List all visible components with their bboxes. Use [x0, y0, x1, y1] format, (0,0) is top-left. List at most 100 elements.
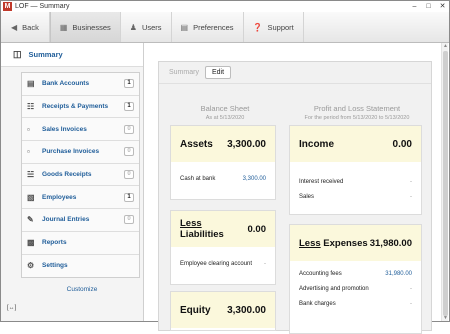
sidebar-item-employees[interactable]: ▧ Employees 1 [22, 186, 139, 210]
account-row[interactable]: Advertising and promotion - [290, 281, 421, 296]
sidebar-item-settings[interactable]: ⚙ Settings [22, 255, 139, 278]
account-row[interactable]: Bank charges - [290, 296, 421, 311]
vertical-scrollbar[interactable]: ▲ ▼ [441, 43, 448, 321]
customize-link[interactable]: Customize [1, 286, 143, 293]
sidebar-item-label: Reports [42, 239, 67, 247]
back-button[interactable]: ◀ Back [1, 12, 50, 42]
scroll-down-icon[interactable]: ▼ [442, 315, 449, 321]
pl-statement-title: Profit and Loss Statement [313, 104, 401, 113]
report-icon: ▩ [27, 238, 35, 248]
minimize-icon[interactable]: – [408, 2, 421, 11]
account-row[interactable]: Cash at bank 3,300.00 [171, 171, 275, 186]
sidebar-item-purchase-invoices[interactable]: ▫ Purchase Invoices 0 [22, 141, 139, 164]
summary-panel: Summary Edit Balance Sheet As at 5/13/20… [158, 61, 432, 334]
pl-statement-header: Profit and Loss Statement For the period… [287, 104, 427, 121]
account-value[interactable]: 31,980.00 [385, 271, 412, 277]
sidebar-item-reports[interactable]: ▩ Reports [22, 232, 139, 255]
account-name: Accounting fees [299, 270, 342, 277]
liabilities-total: 0.00 [247, 223, 267, 235]
assets-card: Assets 3,300.00 Cash at bank 3,300.00 [170, 125, 276, 200]
collapse-sidebar-icon[interactable]: [↔] [7, 305, 16, 311]
equity-header: Equity 3,300.00 [171, 292, 275, 328]
account-row[interactable]: Accounting fees 31,980.00 [290, 266, 421, 281]
gear-icon: ⚙ [27, 261, 35, 271]
count-badge: 1 [124, 79, 134, 89]
balance-sheet-title: Balance Sheet [200, 104, 250, 113]
main-content: Summary Edit Balance Sheet As at 5/13/20… [144, 43, 449, 334]
liabilities-header: Less Liabilities 0.00 [171, 211, 275, 247]
scroll-up-icon[interactable]: ▲ [442, 43, 449, 49]
tab-users[interactable]: ♟ Users [121, 12, 172, 42]
employees-icon: ▧ [27, 192, 35, 202]
chevron-left-icon: ◀ [11, 22, 18, 32]
expenses-card: Less Expenses 31,980.00 Accounting fees … [289, 224, 422, 334]
assets-header: Assets 3,300.00 [171, 126, 275, 162]
maximize-icon[interactable]: □ [422, 2, 435, 11]
title-bar: M LOF — Summary – □ ✕ [1, 1, 449, 12]
bank-icon: ▤ [27, 79, 35, 89]
sidebar-item-label: Receipts & Payments [42, 103, 109, 111]
account-value[interactable]: 3,300.00 [243, 176, 266, 182]
window-title: LOF — Summary [15, 3, 70, 10]
income-title: Income [299, 138, 335, 150]
tab-preferences-label: Preferences [193, 22, 234, 32]
count-badge: 1 [124, 192, 134, 202]
sidebar-item-label: Purchase Invoices [42, 148, 100, 156]
sidebar-item-label: Sales Invoices [42, 125, 87, 133]
liabilities-title: Less Liabilities [180, 218, 224, 240]
count-badge: 0 [124, 124, 134, 134]
count-badge: 0 [124, 147, 134, 157]
receipts-icon: ☷ [27, 102, 35, 112]
account-value: - [264, 260, 266, 267]
sidebar-item-summary[interactable]: ◫ Summary [1, 43, 143, 67]
count-badge: 0 [124, 215, 134, 225]
account-row[interactable]: Employee clearing account - [171, 256, 275, 271]
account-value: - [410, 193, 412, 200]
tab-support[interactable]: ❓ Support [244, 12, 304, 42]
app-window: M LOF — Summary – □ ✕ ◀ Back ▦ Businesse… [0, 0, 450, 334]
sidebar-item-label: Bank Accounts [42, 80, 90, 88]
assets-total: 3,300.00 [227, 138, 266, 150]
sidebar-item-label: Goods Receipts [42, 171, 92, 179]
tab-preferences[interactable]: ▤ Preferences [172, 12, 244, 42]
tab-businesses-label: Businesses [72, 22, 111, 32]
equity-title: Equity [180, 304, 211, 316]
main-toolbar: ◀ Back ▦ Businesses ♟ Users ▤ Preference… [1, 12, 449, 43]
scrollbar-thumb[interactable] [443, 51, 448, 316]
sidebar-item-goods-receipts[interactable]: ☱ Goods Receipts 0 [22, 164, 139, 187]
sidebar-item-label: Settings [42, 262, 68, 270]
expenses-header: Less Expenses 31,980.00 [290, 225, 421, 261]
balance-sheet-header: Balance Sheet As at 5/13/2020 [167, 104, 283, 121]
sidebar-item-receipts-payments[interactable]: ☷ Receipts & Payments 1 [22, 96, 139, 119]
help-icon: ❓ [252, 22, 263, 32]
sidebar-item-bank-accounts[interactable]: ▤ Bank Accounts 1 [22, 73, 139, 96]
receipt-icon: ☱ [27, 170, 35, 180]
close-icon[interactable]: ✕ [436, 2, 449, 11]
income-card: Income 0.00 Interest received - Sales - [289, 125, 422, 215]
sidebar: ◫ Summary ▤ Bank Accounts 1 ☷ Receipts &… [1, 43, 144, 321]
sidebar-nav-list: ▤ Bank Accounts 1 ☷ Receipts & Payments … [21, 72, 140, 279]
users-icon: ♟ [129, 22, 137, 32]
tab-summary[interactable]: Summary [169, 69, 199, 76]
edit-button[interactable]: Edit [204, 66, 232, 79]
panel-header: Summary Edit [159, 62, 431, 84]
assets-title: Assets [180, 138, 213, 150]
sidebar-item-journal-entries[interactable]: ✎ Journal Entries 0 [22, 209, 139, 232]
liabilities-card: Less Liabilities 0.00 Employee clearing … [170, 210, 276, 285]
sidebar-item-label: Summary [28, 50, 63, 59]
equity-card: Equity 3,300.00 [170, 291, 276, 331]
back-label: Back [22, 22, 39, 32]
tab-businesses[interactable]: ▦ Businesses [49, 12, 121, 42]
balance-sheet-subtitle: As at 5/13/2020 [205, 115, 245, 121]
expenses-title: Less Expenses [299, 237, 368, 249]
account-value: - [410, 178, 412, 185]
account-row[interactable]: Interest received - [290, 174, 421, 189]
preferences-icon: ▤ [180, 22, 189, 32]
account-value: - [410, 300, 412, 307]
income-total: 0.00 [392, 138, 412, 150]
expenses-total: 31,980.00 [369, 237, 412, 249]
account-row[interactable]: Sales - [290, 189, 421, 204]
account-value: - [410, 285, 412, 292]
sidebar-item-sales-invoices[interactable]: ▫ Sales Invoices 0 [22, 118, 139, 142]
tab-users-label: Users [141, 22, 162, 32]
